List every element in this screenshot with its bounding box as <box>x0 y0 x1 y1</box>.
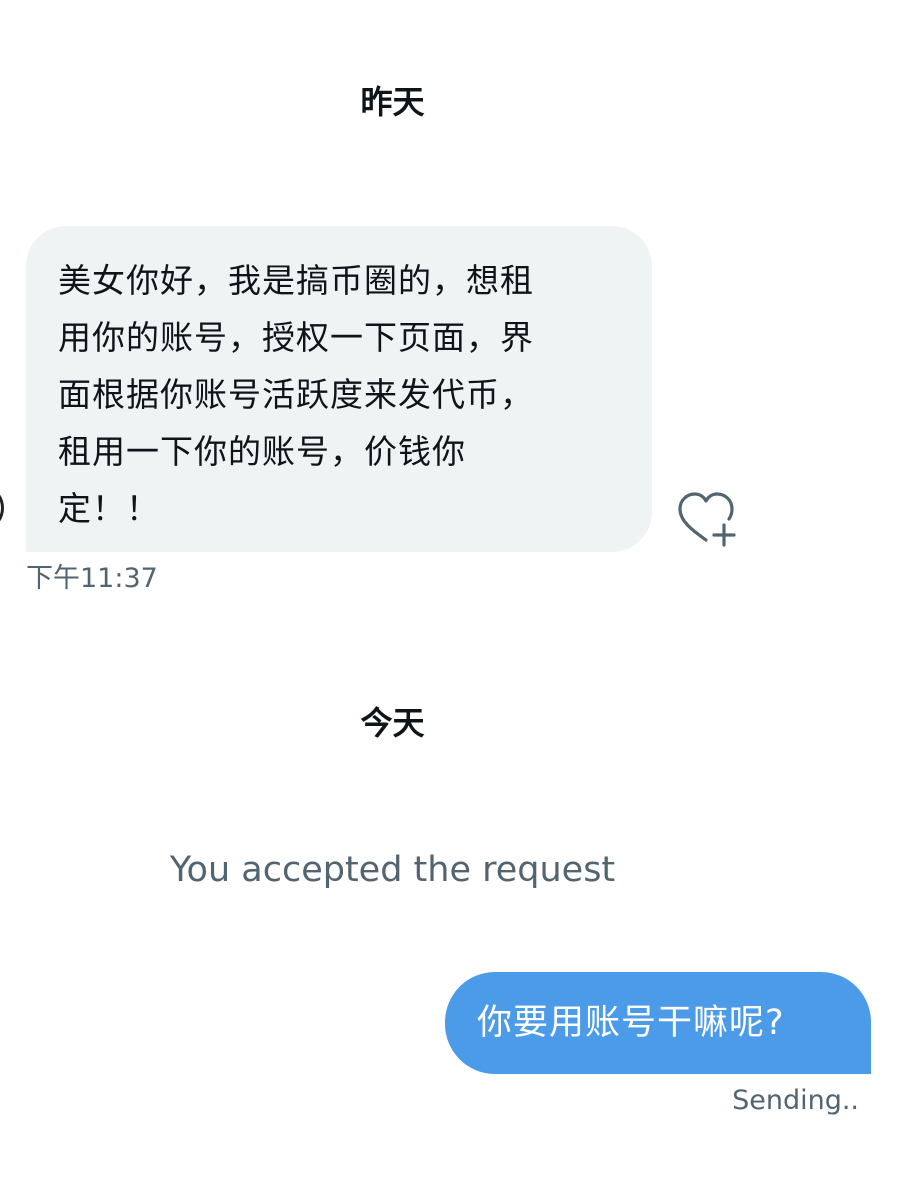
incoming-message-timestamp: 下午11:37 <box>26 563 158 594</box>
sender-avatar[interactable] <box>0 484 4 532</box>
incoming-message-bubble[interactable]: 美女你好，我是搞币圈的，想租 用你的账号，授权一下页面，界 面根据你账号活跃度来… <box>26 226 652 552</box>
request-accepted-notice: You accepted the request <box>169 850 616 890</box>
outgoing-message-status: Sending.. <box>732 1085 859 1116</box>
outgoing-message-bubble[interactable]: 你要用账号干嘛呢? <box>445 972 871 1074</box>
outgoing-message-text: 你要用账号干嘛呢? <box>477 1003 785 1043</box>
add-reaction-button[interactable] <box>674 490 740 550</box>
day-separator-today: 今天 <box>360 704 425 742</box>
incoming-message-text: 美女你好，我是搞币圈的，想租 用你的账号，授权一下页面，界 面根据你账号活跃度来… <box>58 261 534 528</box>
heart-plus-icon <box>678 492 736 547</box>
day-separator-yesterday: 昨天 <box>360 83 425 121</box>
